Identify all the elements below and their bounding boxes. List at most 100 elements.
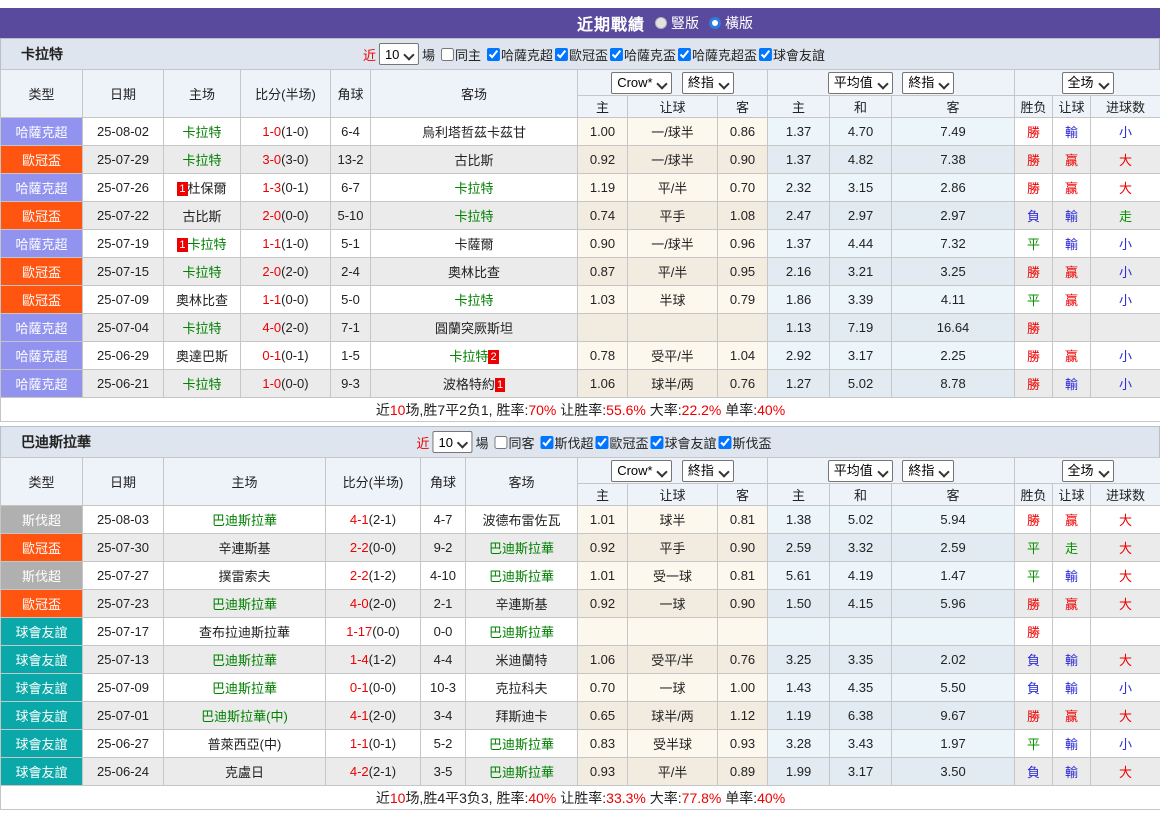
avg-away: 2.02: [892, 646, 1015, 674]
games-count-select[interactable]: 10: [432, 431, 472, 453]
result-outcome: 勝: [1015, 590, 1053, 618]
fulltime-score: 2-2: [350, 540, 369, 555]
odds-away: 0.76: [718, 646, 768, 674]
same-venue-checkbox[interactable]: [494, 436, 507, 449]
summary-value: 70%: [528, 402, 556, 418]
page-title: 近期戰績: [577, 11, 645, 35]
fulltime-score: 4-1: [350, 512, 369, 527]
team-label: 普萊西亞(中): [208, 737, 282, 752]
result-handicap: 赢: [1053, 342, 1091, 370]
score: 1-3(0-1): [241, 174, 331, 202]
radio-unselected-icon[interactable]: [709, 17, 721, 29]
away-team: 圓蘭突厥斯坦: [371, 314, 578, 342]
league-checkbox[interactable]: [555, 48, 568, 61]
corners: 4-4: [421, 646, 466, 674]
team-label: 卡拉特: [182, 265, 221, 280]
odds-time-select[interactable]: 終指: [682, 72, 734, 94]
league-checkbox[interactable]: [719, 436, 732, 449]
games-count-select-wrap: 10: [432, 431, 472, 453]
fulltime-score: 1-1: [350, 736, 369, 751]
league-filter-option[interactable]: 歐冠盃: [596, 433, 649, 452]
league-checkbox[interactable]: [678, 48, 691, 61]
halftime-score: (1-0): [281, 236, 308, 251]
match-type-badge: 哈薩克超: [1, 370, 83, 398]
avg-home: 1.99: [768, 758, 830, 786]
odds-away: 1.04: [718, 342, 768, 370]
same-venue-checkbox[interactable]: [441, 48, 454, 61]
avg-draw: 4.19: [830, 562, 892, 590]
avg-home: 1.43: [768, 674, 830, 702]
col-header-away: 客场: [466, 458, 578, 506]
match-row: 球會友誼25-07-17查布拉迪斯拉華1-17(0-0)0-0巴迪斯拉華勝: [1, 618, 1160, 646]
avg-home: 2.32: [768, 174, 830, 202]
match-date: 25-07-17: [83, 618, 164, 646]
avg-select[interactable]: 平均值: [828, 72, 893, 94]
league-filter-option[interactable]: 球會友誼: [759, 45, 825, 64]
col-header-type: 类型: [1, 70, 83, 118]
avg-time-select[interactable]: 終指: [902, 460, 954, 482]
league-checkbox[interactable]: [596, 436, 609, 449]
scope-select[interactable]: 全场: [1062, 460, 1114, 482]
league-filter-option[interactable]: 斯伐超: [540, 433, 593, 452]
odds-home: 0.74: [578, 202, 628, 230]
match-row: 哈薩克超25-06-21卡拉特1-0(0-0)9-3波格特約11.06球半/两0…: [1, 370, 1160, 398]
league-filter-option[interactable]: 哈薩克超盃: [678, 45, 757, 64]
scope-select[interactable]: 全场: [1062, 72, 1114, 94]
team-label: 克拉科夫: [495, 681, 547, 696]
radio-selected-icon[interactable]: [655, 17, 667, 29]
odds-handicap: 一球: [628, 590, 718, 618]
odds-home: 1.06: [578, 370, 628, 398]
layout-radio-vertical[interactable]: 豎版: [655, 13, 699, 33]
league-checkbox[interactable]: [540, 436, 553, 449]
away-team: 克拉科夫: [466, 674, 578, 702]
score: 4-0(2-0): [326, 590, 421, 618]
league-filter-option[interactable]: 哈薩克超: [487, 45, 553, 64]
home-team: 查布拉迪斯拉華: [164, 618, 326, 646]
league-filter-option[interactable]: 歐冠盃: [555, 45, 608, 64]
odds-company-select[interactable]: Crow*: [611, 72, 672, 94]
home-team: 辛連斯基: [164, 534, 326, 562]
summary-label: 场,胜4平3负3, 胜率:: [405, 790, 528, 806]
summary-label: 近: [376, 790, 390, 806]
team-label: 烏利塔哲茲卡茲甘: [422, 125, 526, 140]
odds-away: 0.93: [718, 730, 768, 758]
result-goals: [1091, 314, 1160, 342]
away-team: 古比斯: [371, 146, 578, 174]
team-label: 米迪蘭特: [495, 653, 547, 668]
odds-handicap: 一/球半: [628, 118, 718, 146]
result-outcome: 勝: [1015, 146, 1053, 174]
team-name: 卡拉特: [21, 44, 63, 64]
halftime-score: (2-0): [369, 708, 396, 723]
odds-handicap: 平/半: [628, 758, 718, 786]
same-venue-option[interactable]: 同客: [494, 433, 534, 452]
league-filter-option[interactable]: 斯伐盃: [719, 433, 772, 452]
halftime-score: (2-1): [369, 764, 396, 779]
same-venue-option[interactable]: 同主: [441, 45, 481, 64]
result-handicap: 輸: [1053, 370, 1091, 398]
league-checkbox[interactable]: [759, 48, 772, 61]
fulltime-score: 2-0: [262, 208, 281, 223]
home-team: 巴迪斯拉華: [164, 674, 326, 702]
league-checkbox[interactable]: [610, 48, 623, 61]
avg-select[interactable]: 平均值: [828, 460, 893, 482]
league-filter-option[interactable]: 球會友誼: [651, 433, 717, 452]
avg-away: 5.50: [892, 674, 1015, 702]
avg-select-wrap: 平均值: [828, 72, 893, 94]
corners: 5-0: [331, 286, 371, 314]
games-count-select[interactable]: 10: [379, 43, 419, 65]
league-filter-option[interactable]: 哈薩克盃: [610, 45, 676, 64]
league-checkbox[interactable]: [487, 48, 500, 61]
home-team: 卡拉特: [164, 118, 241, 146]
corners: 9-2: [421, 534, 466, 562]
halftime-score: (0-0): [281, 208, 308, 223]
layout-radio-horizontal[interactable]: 橫版: [709, 13, 753, 33]
odds-company-select[interactable]: Crow*: [611, 460, 672, 482]
col-header-score: 比分(半场): [241, 70, 331, 118]
odds-time-select[interactable]: 終指: [682, 460, 734, 482]
score: 4-1(2-0): [326, 702, 421, 730]
col-header-score: 比分(半场): [326, 458, 421, 506]
odds-home: 1.01: [578, 562, 628, 590]
league-checkbox[interactable]: [651, 436, 664, 449]
avg-time-select[interactable]: 終指: [902, 72, 954, 94]
team-label: 巴迪斯拉華: [212, 653, 277, 668]
